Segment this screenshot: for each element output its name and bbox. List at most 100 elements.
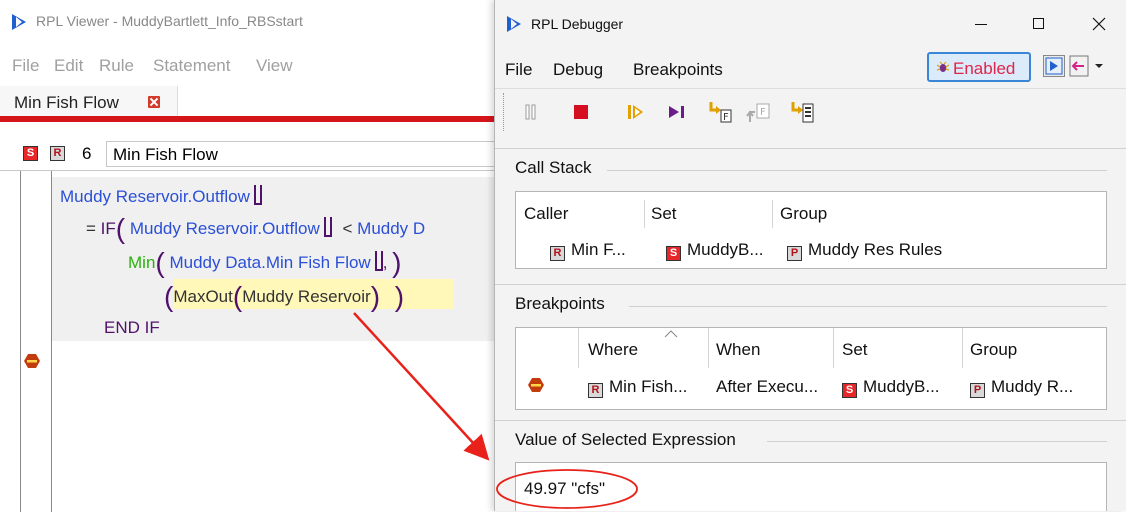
call-stack-set[interactable]: S MuddyB... bbox=[666, 240, 764, 261]
col-header-set[interactable]: Set bbox=[842, 340, 868, 360]
section-separator bbox=[495, 420, 1126, 421]
code-line-outflow[interactable]: Muddy Reservoir.Outflow bbox=[60, 185, 262, 207]
selected-expression-value[interactable]: 49.97 "cfs" bbox=[524, 479, 605, 499]
rule-number: 6 bbox=[82, 144, 92, 163]
assign-operator: = bbox=[86, 219, 96, 238]
breakpoints-rule bbox=[629, 306, 1107, 307]
breakpoint-gutter[interactable] bbox=[20, 171, 52, 512]
code-line-min[interactable]: Min( Muddy Data.Min Fish Flow, ) bbox=[128, 247, 402, 279]
debugger-menu-file[interactable]: File bbox=[505, 60, 532, 80]
open-paren: ( bbox=[232, 281, 243, 312]
set-text: MuddyB... bbox=[687, 240, 764, 259]
value-display[interactable]: 49.97 "cfs" bbox=[515, 462, 1107, 511]
tab-min-fish-flow[interactable]: Min Fish Flow bbox=[0, 86, 178, 116]
call-stack-caller[interactable]: R Min F... bbox=[550, 240, 626, 261]
value-label: Value of Selected Expression bbox=[515, 430, 736, 449]
col-header-group[interactable]: Group bbox=[970, 340, 1017, 360]
breakpoint-marker-icon[interactable] bbox=[24, 354, 40, 368]
continue-icon[interactable] bbox=[621, 98, 649, 126]
breakpoint-group[interactable]: P Muddy R... bbox=[970, 377, 1073, 398]
rule-icon: R bbox=[50, 146, 65, 161]
viewer-menu-view[interactable]: View bbox=[256, 56, 293, 76]
breakpoint-when[interactable]: After Execu... bbox=[716, 377, 818, 397]
viewer-title-bar: RPL Viewer - MuddyBartlett_Info_RBSstart bbox=[0, 0, 510, 42]
debugger-menu-debug[interactable]: Debug bbox=[553, 60, 603, 80]
ruleset-icon: S bbox=[23, 146, 38, 161]
group-text: Muddy Res Rules bbox=[808, 240, 943, 259]
condition-slot[interactable]: Muddy Reservoir.Outflow bbox=[130, 219, 320, 238]
close-paren: ) bbox=[370, 281, 381, 312]
code-line-if[interactable]: = IF( Muddy Reservoir.Outflow < Muddy D bbox=[86, 213, 425, 245]
close-button[interactable] bbox=[1079, 8, 1119, 40]
call-stack-group[interactable]: P Muddy Res Rules bbox=[787, 240, 942, 261]
breakpoint-where[interactable]: R Min Fish... bbox=[588, 377, 687, 398]
svg-text:F: F bbox=[723, 112, 729, 123]
rpl-viewer-window: RPL Viewer - MuddyBartlett_Info_RBSstart… bbox=[0, 0, 510, 512]
open-paren: ( bbox=[115, 213, 126, 244]
toolbar-grip[interactable] bbox=[503, 93, 506, 131]
step-out-function-icon[interactable]: F bbox=[745, 98, 773, 126]
tab-label: Min Fish Flow bbox=[14, 93, 119, 112]
if-keyword[interactable]: IF bbox=[101, 219, 116, 238]
condition-rhs[interactable]: Muddy D bbox=[357, 219, 425, 238]
viewer-menu-statement[interactable]: Statement bbox=[153, 56, 231, 76]
enabled-toggle-button[interactable]: Enabled bbox=[927, 52, 1031, 82]
debugger-toolbar: F F bbox=[495, 88, 1126, 134]
viewer-menu-rule[interactable]: Rule bbox=[99, 56, 134, 76]
tab-close-icon[interactable] bbox=[148, 96, 160, 108]
breakpoint-set[interactable]: S MuddyB... bbox=[842, 377, 940, 398]
debugger-menu-breakpoints[interactable]: Breakpoints bbox=[633, 60, 723, 80]
toolbar-separator bbox=[495, 148, 1126, 149]
col-header-set[interactable]: Set bbox=[651, 204, 677, 224]
min-function[interactable]: Min bbox=[128, 253, 155, 272]
maxout-argument[interactable]: Muddy Reservoir bbox=[242, 287, 371, 306]
slot-reference[interactable]: Muddy Reservoir.Outflow bbox=[60, 187, 250, 206]
col-divider[interactable] bbox=[708, 328, 709, 368]
policy-group-icon: P bbox=[970, 383, 985, 398]
tab-underline bbox=[0, 116, 510, 122]
viewer-menu-edit[interactable]: Edit bbox=[54, 56, 83, 76]
ruleset-icon: S bbox=[842, 383, 857, 398]
minimize-button[interactable] bbox=[961, 8, 1001, 40]
sort-caret-icon bbox=[664, 330, 678, 338]
col-divider[interactable] bbox=[644, 200, 645, 228]
code-line-maxout[interactable]: (MaxOut(Muddy Reservoir) ) bbox=[164, 281, 404, 313]
end-if-keyword[interactable]: END IF bbox=[104, 318, 160, 338]
open-paren: ( bbox=[164, 281, 174, 312]
group-text: Muddy R... bbox=[991, 377, 1074, 396]
breakpoints-table[interactable]: Where When Set Group R Min Fish... After … bbox=[515, 327, 1107, 410]
col-divider[interactable] bbox=[772, 200, 773, 228]
maxout-function[interactable]: MaxOut bbox=[173, 287, 233, 306]
bug-icon bbox=[937, 61, 949, 72]
col-header-group[interactable]: Group bbox=[780, 204, 827, 224]
debugger-title-bar: RPL Debugger bbox=[495, 0, 1126, 48]
close-icon bbox=[1092, 17, 1106, 31]
index-bracket bbox=[374, 251, 383, 271]
col-header-when[interactable]: When bbox=[716, 340, 760, 360]
stop-icon[interactable] bbox=[567, 98, 595, 126]
dock-button[interactable] bbox=[1069, 55, 1105, 77]
step-into-function-icon[interactable]: F bbox=[705, 98, 733, 126]
col-header-where[interactable]: Where bbox=[588, 340, 638, 360]
viewer-menu-file[interactable]: File bbox=[12, 56, 39, 76]
step-icon[interactable] bbox=[663, 98, 691, 126]
close-paren: ) bbox=[394, 281, 405, 312]
col-divider[interactable] bbox=[833, 328, 834, 368]
open-paren: ( bbox=[155, 247, 165, 278]
call-stack-rule bbox=[607, 170, 1107, 171]
section-separator bbox=[495, 284, 1126, 285]
step-to-end-icon[interactable] bbox=[787, 98, 815, 126]
open-rpl-viewer-button[interactable] bbox=[1043, 55, 1065, 77]
col-divider[interactable] bbox=[578, 328, 579, 368]
rule-header: S R 6 Min Fish Flow bbox=[0, 140, 510, 170]
col-divider[interactable] bbox=[962, 328, 963, 368]
value-rule bbox=[767, 441, 1107, 442]
pause-icon[interactable] bbox=[517, 98, 545, 126]
rule-code-editor[interactable]: Muddy Reservoir.Outflow = IF( Muddy Rese… bbox=[0, 170, 510, 512]
col-header-caller[interactable]: Caller bbox=[524, 204, 568, 224]
min-fish-flow-slot[interactable]: Muddy Data.Min Fish Flow bbox=[169, 253, 370, 272]
call-stack-table[interactable]: Caller Set Group R Min F... S MuddyB... PM… bbox=[515, 191, 1107, 269]
maximize-button[interactable] bbox=[1019, 8, 1059, 40]
caller-text: Min F... bbox=[571, 240, 626, 259]
rule-name-field[interactable]: Min Fish Flow bbox=[106, 141, 510, 167]
